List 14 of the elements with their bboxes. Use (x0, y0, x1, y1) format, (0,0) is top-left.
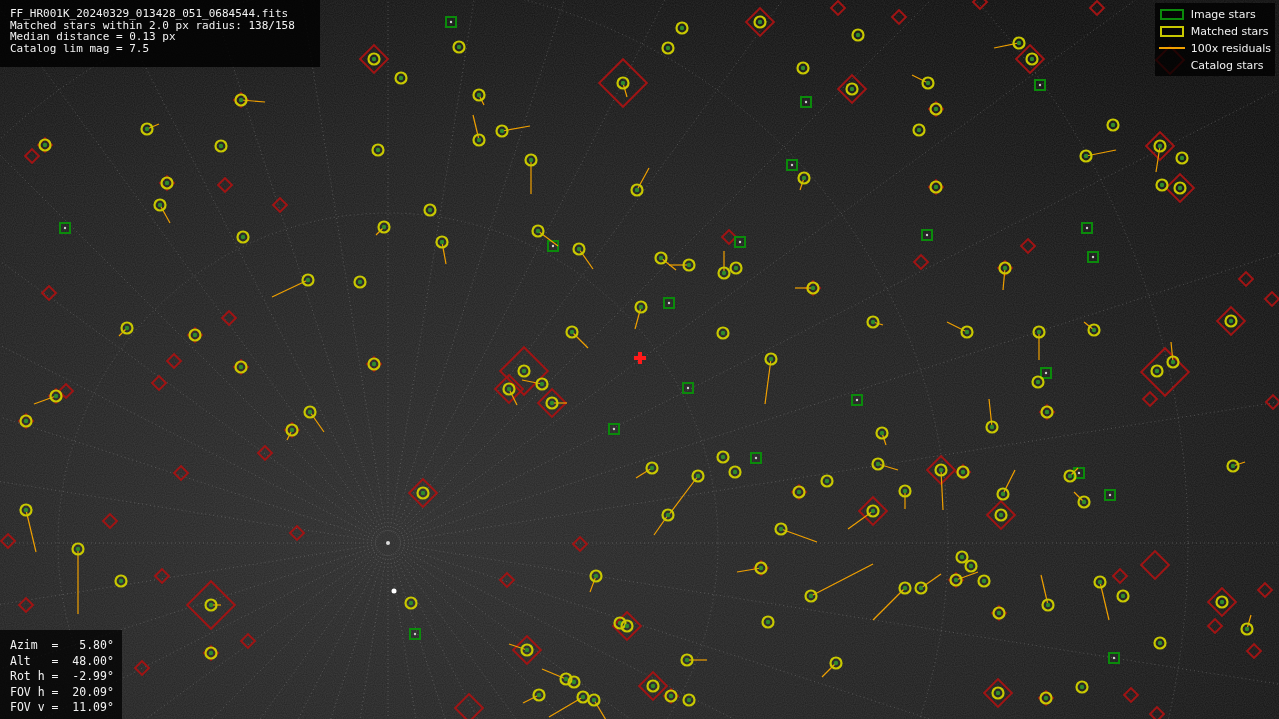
info-text: FF_HR001K_20240329_013428_051_0684544.fits (10, 8, 290, 20)
legend-label: Catalog stars (1190, 58, 1264, 72)
pointing-text: FOV v = 11.09° (10, 700, 112, 716)
legend-label: Image stars (1190, 7, 1256, 21)
legend-label: 100x residuals (1190, 41, 1271, 55)
legend-label: Matched stars (1190, 24, 1269, 38)
info-text: Median distance = 0.13 px (10, 31, 176, 43)
pointing-text: Azim = 5.80° (10, 638, 112, 654)
pointing-text: Rot h = -2.99° (10, 669, 112, 685)
info-text: Catalog lim mag = 7.5 (10, 42, 151, 54)
pointing-text: FOV h = 20.09° (10, 684, 112, 700)
pointing-text: Alt = 48.00° (10, 653, 112, 669)
center-cross-icon (634, 352, 646, 364)
info-text: Matched stars within 2.0 px radius: 138/158 (10, 19, 296, 31)
